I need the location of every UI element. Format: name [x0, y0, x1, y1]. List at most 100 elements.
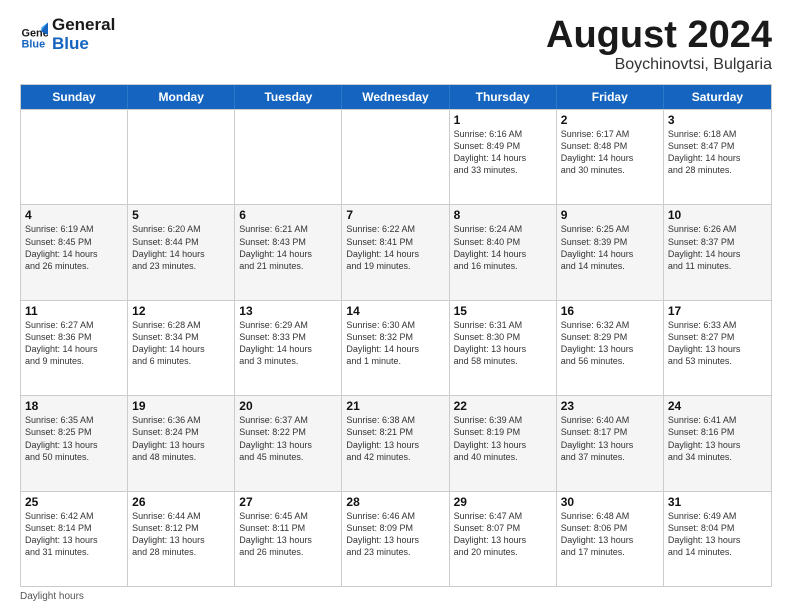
day-number: 17	[668, 304, 767, 318]
cal-cell-3: 3Sunrise: 6:18 AM Sunset: 8:47 PM Daylig…	[664, 110, 771, 204]
cal-cell-2: 2Sunrise: 6:17 AM Sunset: 8:48 PM Daylig…	[557, 110, 664, 204]
day-number: 26	[132, 495, 230, 509]
cal-header-saturday: Saturday	[664, 85, 771, 109]
day-number: 29	[454, 495, 552, 509]
cal-header-tuesday: Tuesday	[235, 85, 342, 109]
day-number: 6	[239, 208, 337, 222]
cell-info: Sunrise: 6:18 AM Sunset: 8:47 PM Dayligh…	[668, 128, 767, 177]
calendar-body: 1Sunrise: 6:16 AM Sunset: 8:49 PM Daylig…	[21, 109, 771, 586]
cal-cell-28: 28Sunrise: 6:46 AM Sunset: 8:09 PM Dayli…	[342, 492, 449, 586]
cal-cell-5: 5Sunrise: 6:20 AM Sunset: 8:44 PM Daylig…	[128, 205, 235, 299]
cell-info: Sunrise: 6:46 AM Sunset: 8:09 PM Dayligh…	[346, 510, 444, 559]
cal-cell-14: 14Sunrise: 6:30 AM Sunset: 8:32 PM Dayli…	[342, 301, 449, 395]
cell-info: Sunrise: 6:22 AM Sunset: 8:41 PM Dayligh…	[346, 223, 444, 272]
cell-info: Sunrise: 6:45 AM Sunset: 8:11 PM Dayligh…	[239, 510, 337, 559]
day-number: 16	[561, 304, 659, 318]
day-number: 15	[454, 304, 552, 318]
day-number: 30	[561, 495, 659, 509]
cal-cell-21: 21Sunrise: 6:38 AM Sunset: 8:21 PM Dayli…	[342, 396, 449, 490]
cal-header-monday: Monday	[128, 85, 235, 109]
month-title: August 2024	[546, 16, 772, 54]
cell-info: Sunrise: 6:42 AM Sunset: 8:14 PM Dayligh…	[25, 510, 123, 559]
cal-cell-24: 24Sunrise: 6:41 AM Sunset: 8:16 PM Dayli…	[664, 396, 771, 490]
cell-info: Sunrise: 6:28 AM Sunset: 8:34 PM Dayligh…	[132, 319, 230, 368]
cal-cell-19: 19Sunrise: 6:36 AM Sunset: 8:24 PM Dayli…	[128, 396, 235, 490]
cal-cell-26: 26Sunrise: 6:44 AM Sunset: 8:12 PM Dayli…	[128, 492, 235, 586]
day-number: 12	[132, 304, 230, 318]
title-block: August 2024 Boychinovtsi, Bulgaria	[546, 16, 772, 74]
cal-cell-13: 13Sunrise: 6:29 AM Sunset: 8:33 PM Dayli…	[235, 301, 342, 395]
logo-icon: General Blue	[20, 21, 48, 49]
cell-info: Sunrise: 6:26 AM Sunset: 8:37 PM Dayligh…	[668, 223, 767, 272]
footer-note: Daylight hours	[20, 591, 772, 602]
calendar: SundayMondayTuesdayWednesdayThursdayFrid…	[20, 84, 772, 587]
day-number: 8	[454, 208, 552, 222]
cal-header-sunday: Sunday	[21, 85, 128, 109]
cell-info: Sunrise: 6:47 AM Sunset: 8:07 PM Dayligh…	[454, 510, 552, 559]
cell-info: Sunrise: 6:33 AM Sunset: 8:27 PM Dayligh…	[668, 319, 767, 368]
cal-cell-16: 16Sunrise: 6:32 AM Sunset: 8:29 PM Dayli…	[557, 301, 664, 395]
cal-cell-8: 8Sunrise: 6:24 AM Sunset: 8:40 PM Daylig…	[450, 205, 557, 299]
cal-cell-15: 15Sunrise: 6:31 AM Sunset: 8:30 PM Dayli…	[450, 301, 557, 395]
svg-text:Blue: Blue	[22, 38, 46, 49]
cal-cell-empty-0-1	[128, 110, 235, 204]
cell-info: Sunrise: 6:35 AM Sunset: 8:25 PM Dayligh…	[25, 414, 123, 463]
cal-row-2: 4Sunrise: 6:19 AM Sunset: 8:45 PM Daylig…	[21, 204, 771, 299]
cell-info: Sunrise: 6:29 AM Sunset: 8:33 PM Dayligh…	[239, 319, 337, 368]
cal-cell-4: 4Sunrise: 6:19 AM Sunset: 8:45 PM Daylig…	[21, 205, 128, 299]
cal-cell-empty-0-3	[342, 110, 449, 204]
logo-blue: Blue	[52, 35, 115, 54]
cell-info: Sunrise: 6:25 AM Sunset: 8:39 PM Dayligh…	[561, 223, 659, 272]
cal-cell-20: 20Sunrise: 6:37 AM Sunset: 8:22 PM Dayli…	[235, 396, 342, 490]
cal-cell-11: 11Sunrise: 6:27 AM Sunset: 8:36 PM Dayli…	[21, 301, 128, 395]
day-number: 10	[668, 208, 767, 222]
cal-cell-22: 22Sunrise: 6:39 AM Sunset: 8:19 PM Dayli…	[450, 396, 557, 490]
cal-row-5: 25Sunrise: 6:42 AM Sunset: 8:14 PM Dayli…	[21, 491, 771, 586]
day-number: 5	[132, 208, 230, 222]
header: General Blue General Blue August 2024 Bo…	[20, 16, 772, 74]
day-number: 22	[454, 399, 552, 413]
cal-cell-10: 10Sunrise: 6:26 AM Sunset: 8:37 PM Dayli…	[664, 205, 771, 299]
cal-cell-12: 12Sunrise: 6:28 AM Sunset: 8:34 PM Dayli…	[128, 301, 235, 395]
cal-cell-empty-0-0	[21, 110, 128, 204]
cal-row-3: 11Sunrise: 6:27 AM Sunset: 8:36 PM Dayli…	[21, 300, 771, 395]
calendar-header: SundayMondayTuesdayWednesdayThursdayFrid…	[21, 85, 771, 109]
location-title: Boychinovtsi, Bulgaria	[546, 56, 772, 74]
cell-info: Sunrise: 6:27 AM Sunset: 8:36 PM Dayligh…	[25, 319, 123, 368]
day-number: 19	[132, 399, 230, 413]
cell-info: Sunrise: 6:30 AM Sunset: 8:32 PM Dayligh…	[346, 319, 444, 368]
cal-header-thursday: Thursday	[450, 85, 557, 109]
cal-cell-17: 17Sunrise: 6:33 AM Sunset: 8:27 PM Dayli…	[664, 301, 771, 395]
day-number: 31	[668, 495, 767, 509]
cal-row-4: 18Sunrise: 6:35 AM Sunset: 8:25 PM Dayli…	[21, 395, 771, 490]
cell-info: Sunrise: 6:48 AM Sunset: 8:06 PM Dayligh…	[561, 510, 659, 559]
cell-info: Sunrise: 6:41 AM Sunset: 8:16 PM Dayligh…	[668, 414, 767, 463]
cell-info: Sunrise: 6:31 AM Sunset: 8:30 PM Dayligh…	[454, 319, 552, 368]
cell-info: Sunrise: 6:21 AM Sunset: 8:43 PM Dayligh…	[239, 223, 337, 272]
cal-cell-27: 27Sunrise: 6:45 AM Sunset: 8:11 PM Dayli…	[235, 492, 342, 586]
cell-info: Sunrise: 6:36 AM Sunset: 8:24 PM Dayligh…	[132, 414, 230, 463]
day-number: 18	[25, 399, 123, 413]
cell-info: Sunrise: 6:40 AM Sunset: 8:17 PM Dayligh…	[561, 414, 659, 463]
day-number: 20	[239, 399, 337, 413]
day-number: 4	[25, 208, 123, 222]
cell-info: Sunrise: 6:49 AM Sunset: 8:04 PM Dayligh…	[668, 510, 767, 559]
cal-cell-29: 29Sunrise: 6:47 AM Sunset: 8:07 PM Dayli…	[450, 492, 557, 586]
cal-header-wednesday: Wednesday	[342, 85, 449, 109]
cell-info: Sunrise: 6:38 AM Sunset: 8:21 PM Dayligh…	[346, 414, 444, 463]
cal-header-friday: Friday	[557, 85, 664, 109]
cal-cell-18: 18Sunrise: 6:35 AM Sunset: 8:25 PM Dayli…	[21, 396, 128, 490]
cell-info: Sunrise: 6:17 AM Sunset: 8:48 PM Dayligh…	[561, 128, 659, 177]
day-number: 28	[346, 495, 444, 509]
day-number: 1	[454, 113, 552, 127]
cal-cell-25: 25Sunrise: 6:42 AM Sunset: 8:14 PM Dayli…	[21, 492, 128, 586]
cal-cell-23: 23Sunrise: 6:40 AM Sunset: 8:17 PM Dayli…	[557, 396, 664, 490]
cell-info: Sunrise: 6:39 AM Sunset: 8:19 PM Dayligh…	[454, 414, 552, 463]
cal-cell-31: 31Sunrise: 6:49 AM Sunset: 8:04 PM Dayli…	[664, 492, 771, 586]
cell-info: Sunrise: 6:37 AM Sunset: 8:22 PM Dayligh…	[239, 414, 337, 463]
page: General Blue General Blue August 2024 Bo…	[0, 0, 792, 612]
cell-info: Sunrise: 6:24 AM Sunset: 8:40 PM Dayligh…	[454, 223, 552, 272]
day-number: 2	[561, 113, 659, 127]
cal-cell-30: 30Sunrise: 6:48 AM Sunset: 8:06 PM Dayli…	[557, 492, 664, 586]
cal-cell-6: 6Sunrise: 6:21 AM Sunset: 8:43 PM Daylig…	[235, 205, 342, 299]
